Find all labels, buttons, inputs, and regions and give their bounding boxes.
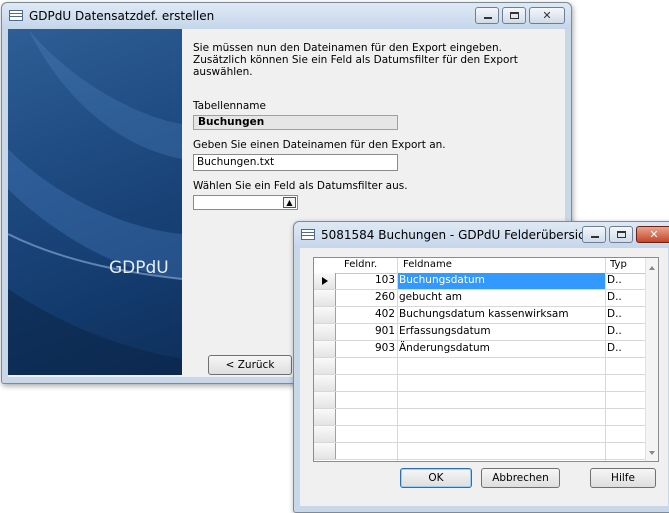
row-selector[interactable] bbox=[314, 426, 336, 442]
minimize-button[interactable] bbox=[475, 7, 499, 24]
close-button[interactable]: ✕ bbox=[636, 226, 669, 243]
empty-row[interactable] bbox=[314, 375, 646, 392]
column-divider bbox=[397, 258, 398, 461]
cell-field-type: D.. bbox=[607, 274, 622, 286]
table-icon bbox=[301, 229, 315, 240]
wizard-banner: GDPdU bbox=[8, 29, 182, 375]
table-row[interactable]: 903 Änderungsdatum D.. bbox=[314, 341, 646, 358]
row-selector[interactable] bbox=[314, 358, 336, 374]
grid-scrollbar[interactable] bbox=[645, 258, 658, 461]
cancel-button[interactable]: Abbrechen bbox=[481, 468, 560, 488]
row-selector[interactable] bbox=[314, 375, 336, 391]
row-selector[interactable] bbox=[314, 341, 336, 357]
cell-field-type: D.. bbox=[607, 291, 622, 303]
cell-field-name: Änderungsdatum bbox=[399, 342, 490, 354]
table-row[interactable]: 103 Buchungsdatum D.. bbox=[314, 273, 646, 290]
help-button[interactable]: Hilfe bbox=[590, 468, 656, 488]
back-button[interactable]: < Zurück bbox=[208, 355, 292, 375]
ok-button[interactable]: OK bbox=[400, 468, 472, 488]
table-name-field: Buchungen bbox=[193, 115, 398, 130]
field-overview-window: 5081584 Buchungen - GDPdU Felderübersich… bbox=[293, 221, 669, 513]
grid-header: Feldnr. Feldname Typ bbox=[314, 258, 646, 274]
cell-field-name: Erfassungsdatum bbox=[399, 325, 491, 337]
maximize-icon bbox=[510, 12, 519, 19]
lookup-arrow-icon[interactable]: ▲ bbox=[283, 197, 296, 208]
cell-field-nr: 103 bbox=[374, 274, 395, 286]
row-selector[interactable] bbox=[314, 392, 336, 408]
cell-field-name: Buchungsdatum kassenwirksam bbox=[399, 308, 569, 320]
column-header-name[interactable]: Feldname bbox=[403, 259, 452, 270]
close-icon: ✕ bbox=[649, 228, 659, 241]
row-selector[interactable] bbox=[314, 324, 336, 340]
empty-row[interactable] bbox=[314, 392, 646, 409]
scroll-up-icon[interactable] bbox=[649, 266, 655, 270]
wizard-titlebar[interactable]: GDPdU Datensatzdef. erstellen ✕ bbox=[2, 3, 571, 29]
row-selector[interactable] bbox=[314, 409, 336, 425]
table-row[interactable]: 901 Erfassungsdatum D.. bbox=[314, 324, 646, 341]
close-icon: ✕ bbox=[542, 9, 552, 22]
empty-row[interactable] bbox=[314, 409, 646, 426]
minimize-icon bbox=[591, 236, 599, 238]
table-name-label: Tabellenname bbox=[193, 100, 266, 112]
field-overview-title: 5081584 Buchungen - GDPdU Felderübersich… bbox=[321, 228, 597, 242]
row-selector[interactable] bbox=[314, 307, 336, 323]
close-button[interactable]: ✕ bbox=[529, 7, 565, 24]
banner-swoosh-graphic bbox=[8, 29, 182, 375]
maximize-icon bbox=[617, 231, 626, 238]
cell-field-nr: 901 bbox=[374, 325, 395, 337]
cell-field-name: gebucht am bbox=[399, 291, 462, 303]
empty-row[interactable] bbox=[314, 443, 646, 460]
date-filter-combo[interactable]: ▲ bbox=[193, 195, 298, 210]
cell-field-name: Buchungsdatum bbox=[399, 274, 485, 286]
table-icon bbox=[9, 10, 23, 21]
field-grid: Feldnr. Feldname Typ 103 Buchungsdatum D..… bbox=[313, 257, 659, 462]
cell-field-type: D.. bbox=[607, 342, 622, 354]
wizard-title: GDPdU Datensatzdef. erstellen bbox=[29, 9, 215, 23]
cell-field-nr: 260 bbox=[374, 291, 395, 303]
column-header-typ[interactable]: Typ bbox=[610, 259, 627, 270]
minimize-button[interactable] bbox=[582, 226, 606, 243]
current-row-arrow-icon[interactable] bbox=[314, 273, 336, 289]
date-filter-label: Wählen Sie ein Feld als Datumsfilter aus… bbox=[193, 180, 408, 192]
scroll-down-icon[interactable] bbox=[649, 451, 655, 455]
row-selector[interactable] bbox=[314, 443, 336, 459]
intro-text: Sie müssen nun den Dateinamen für den Ex… bbox=[193, 42, 518, 78]
maximize-button[interactable] bbox=[609, 226, 633, 243]
cell-field-nr: 903 bbox=[374, 342, 395, 354]
maximize-button[interactable] bbox=[502, 7, 526, 24]
cell-field-nr: 402 bbox=[374, 308, 395, 320]
minimize-icon bbox=[484, 17, 492, 19]
empty-row[interactable] bbox=[314, 426, 646, 443]
filename-label: Geben Sie einen Dateinamen für den Expor… bbox=[193, 139, 446, 151]
table-row[interactable]: 402 Buchungsdatum kassenwirksam D.. bbox=[314, 307, 646, 324]
filename-input[interactable]: Buchungen.txt bbox=[193, 154, 398, 171]
cell-field-type: D.. bbox=[607, 308, 622, 320]
row-selector[interactable] bbox=[314, 290, 336, 306]
field-overview-titlebar[interactable]: 5081584 Buchungen - GDPdU Felderübersich… bbox=[294, 222, 669, 248]
column-header-nr[interactable]: Feldnr. bbox=[344, 259, 377, 270]
column-divider bbox=[605, 258, 606, 461]
field-overview-body: Feldnr. Feldname Typ 103 Buchungsdatum D..… bbox=[300, 248, 668, 506]
table-row[interactable]: 260 gebucht am D.. bbox=[314, 290, 646, 307]
cell-field-type: D.. bbox=[607, 325, 622, 337]
banner-title: GDPdU bbox=[109, 258, 169, 278]
empty-row[interactable] bbox=[314, 358, 646, 375]
